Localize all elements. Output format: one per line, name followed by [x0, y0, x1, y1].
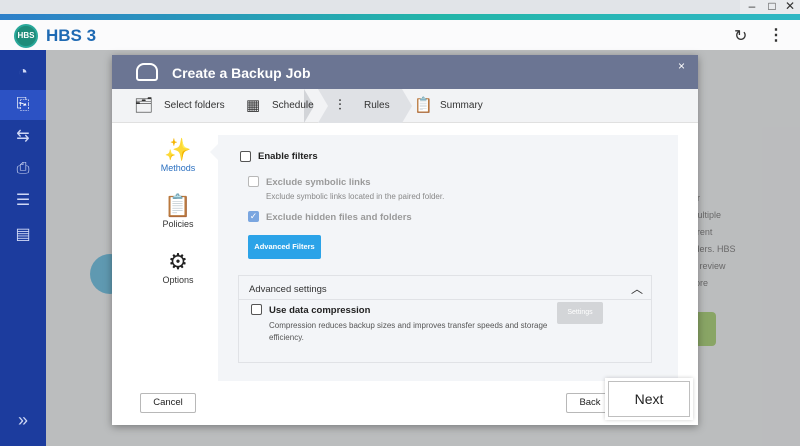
use-compression-checkbox[interactable]: [251, 304, 262, 315]
next-button[interactable]: Next: [608, 381, 690, 417]
sidebar-item-restore[interactable]: ⎙: [0, 154, 46, 184]
clipboard-check-icon: 📋: [164, 193, 192, 218]
enable-filters-checkbox[interactable]: [240, 151, 251, 162]
backup-icon: ⎘: [16, 96, 30, 113]
back-button[interactable]: Back: [566, 393, 614, 413]
sidebar-expand-icon[interactable]: »: [0, 410, 46, 434]
step-separator: [402, 89, 412, 123]
sidebar-item-sync[interactable]: ⇆: [0, 122, 46, 152]
divider: [239, 299, 651, 300]
advanced-settings-section: Advanced settings ︿ Use data compression…: [238, 275, 652, 363]
chevron-up-icon[interactable]: ︿: [631, 280, 643, 297]
wizard-steps: 🗂 Select folders ▦ Schedule ⫶ Rules 📋 Su…: [112, 89, 698, 123]
clipboard-icon: 📋: [414, 97, 433, 114]
select-folders-icon: 🗂: [134, 97, 154, 114]
minimize-icon[interactable]: –: [744, 0, 760, 14]
exclude-symlinks-label: Exclude symbolic links: [266, 177, 371, 188]
step-separator: [318, 89, 328, 123]
exclude-hidden-checkbox[interactable]: ✓: [248, 211, 259, 222]
logs-icon: ▤: [15, 226, 31, 243]
compression-settings-button[interactable]: Settings: [557, 302, 603, 324]
dialog-title: Create a Backup Job: [172, 65, 311, 81]
advanced-settings-title: Advanced settings: [249, 284, 327, 295]
calendar-icon: ▦: [246, 97, 261, 114]
compression-description: Compression reduces backup sizes and imp…: [269, 321, 548, 342]
app-logo: HBS: [14, 24, 38, 48]
storage-space-icon: ☰: [15, 192, 31, 209]
window-close-icon[interactable]: ✕: [782, 0, 798, 14]
sync-icon: ⇆: [16, 128, 30, 145]
maximize-icon[interactable]: □: [764, 0, 780, 14]
magic-wand-icon: ✨: [164, 137, 192, 162]
dashboard-icon: ◔: [18, 64, 28, 81]
nav-policies[interactable]: 📋 Policies: [148, 193, 208, 229]
advanced-filters-button[interactable]: Advanced Filters: [248, 235, 321, 259]
app-title: HBS 3: [46, 26, 97, 45]
backup-job-icon: [136, 63, 158, 81]
nav-options[interactable]: ⚙ Options: [148, 249, 208, 285]
exclude-symlinks-description: Exclude symbolic links located in the pa…: [266, 192, 445, 201]
browser-tab-strip: [0, 0, 740, 14]
app-header: [0, 20, 800, 50]
enable-filters-label: Enable filters: [258, 151, 318, 162]
sidebar-item-logs[interactable]: ▤: [0, 220, 46, 250]
dialog-close-icon[interactable]: ×: [678, 59, 685, 73]
checkmark-icon: ✓: [249, 211, 258, 221]
nav-methods[interactable]: ✨ Methods: [148, 137, 208, 173]
sidebar-item-backup[interactable]: ⎘: [0, 90, 46, 120]
refresh-icon[interactable]: ↻: [734, 26, 747, 46]
create-backup-job-dialog: Create a Backup Job × 🗂 Select folders ▦…: [112, 55, 698, 425]
more-options-icon[interactable]: ⋮: [768, 25, 784, 45]
exclude-symlinks-checkbox[interactable]: [248, 176, 259, 187]
sidebar-item-storage-space[interactable]: ☰: [0, 186, 46, 216]
sliders-icon: ⫶: [338, 97, 342, 114]
exclude-hidden-label: Exclude hidden files and folders: [266, 212, 412, 223]
use-compression-label: Use data compression: [269, 305, 371, 316]
dialog-header: Create a Backup Job ×: [112, 55, 698, 89]
restore-icon: ⎙: [16, 160, 30, 177]
cancel-button[interactable]: Cancel: [140, 393, 196, 413]
sidebar-item-dashboard[interactable]: ◔: [0, 58, 46, 88]
gear-icon: ⚙: [168, 249, 188, 274]
